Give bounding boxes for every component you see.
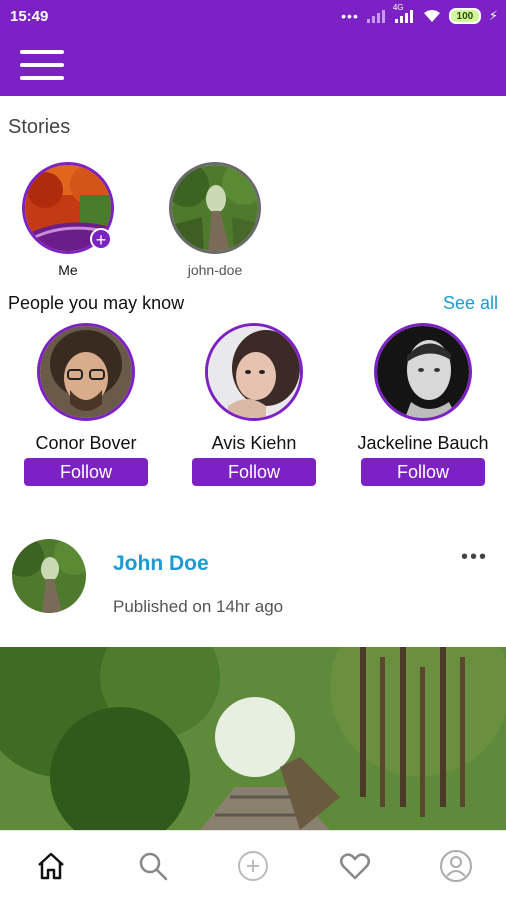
forest-path-photo — [0, 647, 506, 830]
people-you-may-know-title: People you may know — [8, 293, 185, 313]
avatar[interactable] — [37, 323, 135, 421]
person-photo — [208, 326, 300, 418]
story-john-doe-avatar — [169, 162, 261, 254]
search-icon[interactable] — [136, 849, 170, 883]
battery-icon: 100 — [448, 8, 481, 24]
suggested-person-card: Avis Kiehn Follow — [174, 323, 334, 486]
heart-icon[interactable] — [338, 849, 372, 883]
person-name: Jackeline Bauch — [357, 433, 489, 453]
post-timestamp: Published on 14hr ago — [113, 597, 284, 616]
follow-button[interactable]: Follow — [361, 458, 485, 486]
profile-icon[interactable] — [439, 849, 473, 883]
bottom-navigation — [0, 830, 506, 900]
status-icons: ••• 4G 100 ⚡ — [341, 3, 498, 24]
story-label: Me — [58, 262, 78, 278]
post-image[interactable] — [0, 647, 506, 830]
follow-button[interactable]: Follow — [192, 458, 316, 486]
forest-path-image — [172, 165, 258, 251]
story-john-doe[interactable]: john-doe — [165, 162, 265, 278]
avatar[interactable] — [205, 323, 303, 421]
person-name: Conor Bover — [35, 433, 137, 453]
post-author-name[interactable]: John Doe — [113, 552, 209, 576]
person-photo — [377, 326, 469, 418]
signal-4g-icon: 4G — [393, 3, 415, 23]
signal-weak-icon — [366, 9, 387, 23]
stories-title: Stories — [8, 116, 71, 138]
app-bar — [0, 34, 506, 96]
avatar[interactable] — [374, 323, 472, 421]
home-icon-graphic — [38, 852, 64, 880]
suggested-person-card: Conor Bover Follow — [6, 323, 166, 486]
suggested-person-card: Jackeline Bauch Follow — [343, 323, 503, 486]
add-circle-icon-graphic — [238, 851, 268, 881]
charging-icon: ⚡ — [488, 8, 498, 23]
add-story-badge[interactable]: + — [90, 228, 112, 250]
profile-icon-graphic — [440, 850, 472, 882]
add-circle-icon[interactable] — [236, 849, 270, 883]
more-options-icon[interactable]: ••• — [461, 546, 488, 569]
more-notifications-icon: ••• — [341, 8, 359, 24]
story-me[interactable]: + Me — [18, 162, 118, 278]
person-photo — [40, 326, 132, 418]
post-author-avatar[interactable] — [12, 539, 86, 613]
hamburger-menu-icon[interactable] — [20, 50, 64, 82]
search-icon-graphic — [139, 852, 168, 881]
status-time: 15:49 — [10, 8, 49, 25]
heart-icon-graphic — [340, 853, 370, 880]
follow-button[interactable]: Follow — [24, 458, 148, 486]
story-label: john-doe — [187, 262, 243, 278]
person-name: Avis Kiehn — [211, 433, 297, 453]
wifi-icon — [423, 10, 440, 22]
home-icon[interactable] — [34, 849, 68, 883]
see-all-link[interactable]: See all — [443, 293, 498, 314]
forest-path-image — [12, 539, 86, 613]
network-type: 4G — [392, 3, 404, 12]
status-bar: 15:49 ••• 4G 100 ⚡ — [0, 0, 506, 34]
